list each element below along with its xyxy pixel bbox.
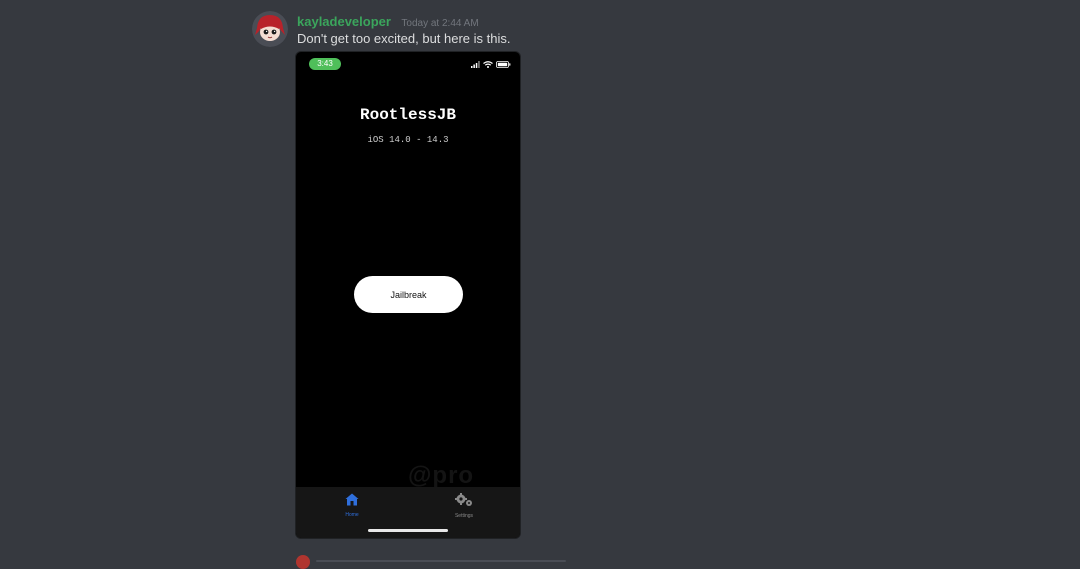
gears-icon (455, 493, 472, 506)
chat-message: kayladeveloper Today at 2:44 AM Don't ge… (0, 0, 1080, 561)
house-icon (345, 493, 359, 506)
avatar-image (252, 11, 288, 47)
next-avatar (296, 555, 310, 569)
tab-settings[interactable]: Settings (444, 493, 484, 519)
username[interactable]: kayladeveloper (297, 14, 391, 29)
message-timestamp: Today at 2:44 AM (401, 18, 479, 29)
tab-settings-label: Settings (454, 513, 474, 519)
next-message-text-cutoff (316, 560, 566, 562)
tab-home-label: Home (345, 512, 359, 518)
screenshot-attachment[interactable]: 3:43 RootlessJB iOS 14.0 - 14.3 Jailbrea… (296, 52, 520, 538)
status-bar-time: 3:43 (309, 58, 341, 70)
status-bar-icons (471, 60, 511, 69)
tab-home[interactable]: Home (332, 493, 372, 518)
app-title: RootlessJB (359, 106, 456, 124)
message-header: kayladeveloper Today at 2:44 AM (297, 13, 479, 31)
home-indicator (368, 529, 448, 532)
jailbreak-button[interactable]: Jailbreak (354, 276, 463, 313)
wifi-icon (483, 61, 493, 68)
cellular-signal-icon (471, 61, 480, 68)
message-text: Don't get too excited, but here is this. (297, 31, 511, 46)
watermark: @pro (408, 462, 475, 489)
ios-version-range: iOS 14.0 - 14.3 (367, 135, 449, 145)
next-message-partial (296, 552, 596, 569)
user-avatar[interactable] (252, 11, 288, 47)
battery-icon (496, 61, 511, 68)
